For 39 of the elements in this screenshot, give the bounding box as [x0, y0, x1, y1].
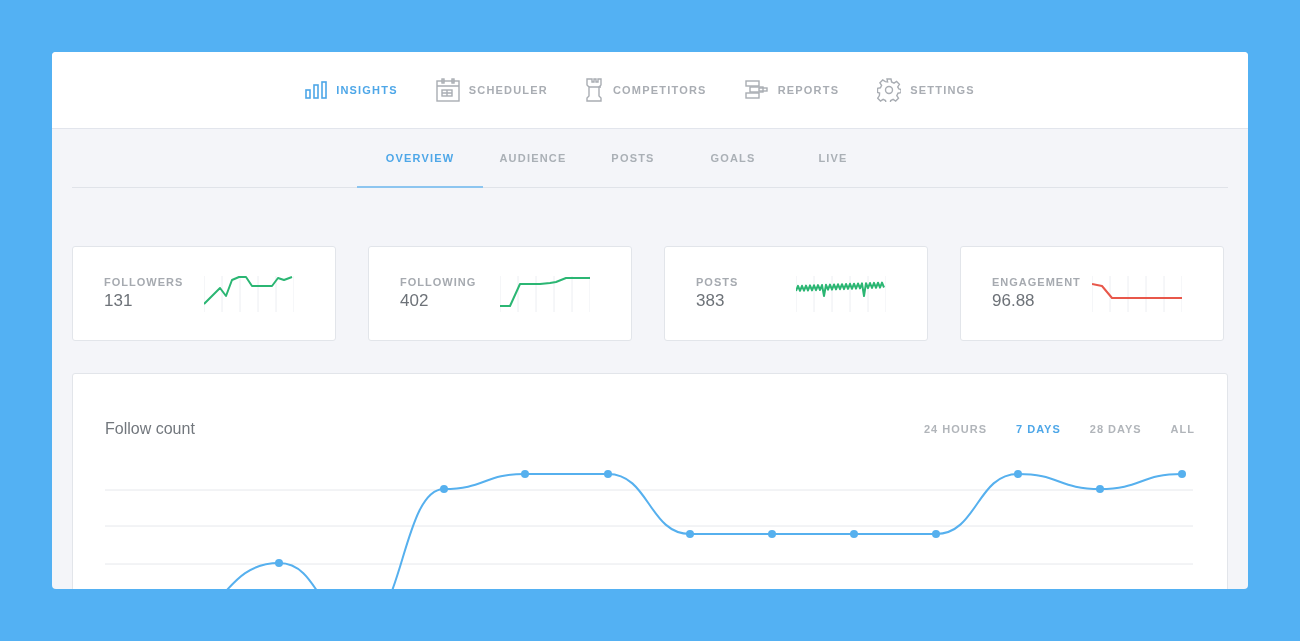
chart-point: [604, 470, 612, 478]
sub-tab[interactable]: GOALS: [683, 129, 783, 188]
stat-value: 383: [696, 291, 725, 311]
stat-value: 131: [104, 291, 133, 311]
nav-tab[interactable]: REPORTS: [744, 80, 840, 100]
range-tab[interactable]: 7 DAYS: [1016, 423, 1061, 435]
chart-point: [275, 559, 283, 567]
stat-value: 402: [400, 291, 429, 311]
chart-point: [686, 530, 694, 538]
chart-point: [440, 485, 448, 493]
chart-point: [768, 530, 776, 538]
range-tab[interactable]: 24 HOURS: [924, 423, 988, 435]
range-tab[interactable]: ALL: [1170, 423, 1195, 435]
sub-tab[interactable]: POSTS: [583, 129, 683, 188]
nav-tab[interactable]: SCHEDULER: [435, 78, 548, 102]
rook-icon: [585, 78, 604, 102]
chart-point: [850, 530, 858, 538]
stat-label: FOLLOWERS: [104, 276, 184, 288]
stat-value: 96.88: [992, 291, 1035, 311]
sub-tab[interactable]: OVERVIEW: [357, 129, 483, 188]
nav-tab[interactable]: COMPETITORS: [585, 78, 707, 102]
chart-title: Follow count: [105, 420, 195, 438]
chart-point: [521, 470, 529, 478]
nav-tab[interactable]: INSIGHTS: [305, 81, 398, 99]
stat-label: FOLLOWING: [400, 276, 477, 288]
chart-point: [1178, 470, 1186, 478]
stacked-boxes-icon: [744, 80, 769, 100]
range-tab[interactable]: 28 DAYS: [1089, 423, 1142, 435]
chart-point: [1096, 485, 1104, 493]
nav-tab[interactable]: SETTINGS: [877, 78, 975, 102]
sub-tab[interactable]: AUDIENCE: [483, 129, 583, 188]
bar-chart-icon: [305, 81, 328, 99]
settings-icon: [877, 78, 902, 102]
sub-tab[interactable]: LIVE: [783, 129, 883, 188]
chart-point: [932, 530, 940, 538]
stat-label: POSTS: [696, 276, 739, 288]
stat-label: ENGAGEMENT: [992, 276, 1081, 288]
calendar-icon: [435, 78, 460, 102]
chart-point: [1014, 470, 1022, 478]
